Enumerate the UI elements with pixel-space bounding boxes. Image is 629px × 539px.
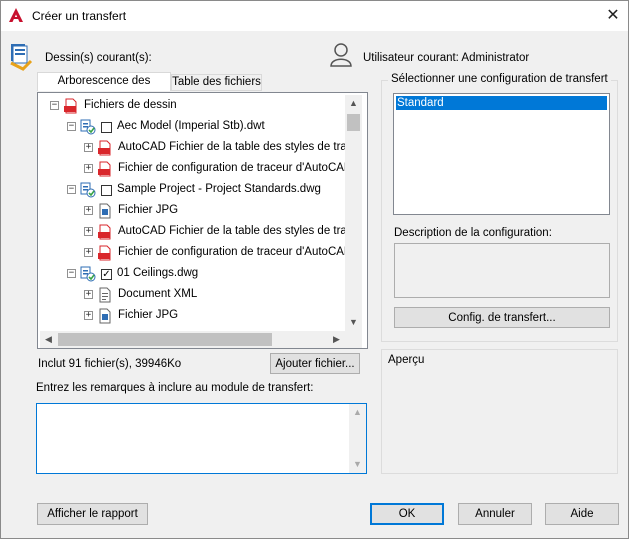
include-checkbox[interactable] [101,122,112,133]
expand-icon[interactable]: + [84,227,93,236]
drawing-set-icon [80,182,96,201]
transmittal-setups-button[interactable]: Config. de transfert... [394,307,610,328]
view-report-button-label: Afficher le rapport [47,508,138,520]
scroll-corner [345,331,362,348]
drawing-set-icon [80,266,96,285]
file-count-summary: Inclut 91 fichier(s), 39946Ko [38,358,182,370]
user-icon [330,43,352,67]
tree-row[interactable]: + Fichier JPG [0,306,345,327]
tab-file-table-label: Table des fichiers [172,76,261,88]
stb-file-icon [97,140,113,159]
tree-row[interactable]: − ✓ 01 Ceilings.dwg [0,264,345,285]
remarks-scroll-up[interactable]: ▲ [349,404,366,421]
scroll-down-arrow[interactable]: ▼ [345,314,362,331]
tab-file-tree[interactable]: Arborescence des fichiers [37,72,171,104]
autocad-logo-icon [9,8,23,22]
jpg-file-icon [97,203,113,222]
scroll-right-arrow[interactable]: ▶ [328,331,345,348]
tree-row-label: AutoCAD Fichier de la table des styles d… [118,225,359,237]
tab-file-table[interactable]: Table des fichiers [171,74,262,91]
tree-row-label: Fichier de configuration de traceur d'Au… [118,246,353,258]
collapse-icon[interactable]: − [67,185,76,194]
tree-row-label: Fichiers de dessin [84,99,177,111]
close-button[interactable]: ✕ [599,3,627,29]
tree-row[interactable]: + Fichier de configuration de traceur d'A… [0,159,352,180]
tree-row-label: 01 Ceilings.dwg [117,267,199,279]
help-button-label: Aide [570,508,594,520]
jpg-file-icon [97,308,113,327]
scroll-left-arrow[interactable]: ◀ [40,331,57,348]
window-title: Créer un transfert [32,9,127,23]
transmittal-setups-button-label: Config. de transfert... [448,312,556,324]
expand-icon[interactable]: + [84,311,93,320]
tree-row[interactable]: + Fichier de configuration de traceur d'A… [0,243,352,264]
tree-row-label: Sample Project - Project Standards.dwg [117,183,321,195]
ok-button-label: OK [398,508,416,520]
tree-row[interactable]: + Document XML [0,285,345,306]
remarks-scroll-down[interactable]: ▼ [349,456,366,473]
collapse-icon[interactable]: − [67,269,76,278]
current-drawings-label: Dessin(s) courant(s): [45,52,152,64]
scroll-up-arrow[interactable]: ▲ [345,95,362,112]
expand-icon[interactable]: + [84,143,93,152]
collapse-icon[interactable]: − [50,101,59,110]
remarks-value [37,404,366,408]
preview-group-box [381,349,618,474]
title-bar: Créer un transfert ✕ [1,1,628,31]
remarks-scrollbar[interactable]: ▲ ▼ [349,404,366,473]
view-report-button[interactable]: Afficher le rapport [37,503,148,525]
add-file-button[interactable]: Ajouter fichier... [270,353,360,374]
scroll-thumb-horizontal[interactable] [58,333,272,346]
current-user-label: Utilisateur courant: Administrator [363,52,530,64]
config-description-box [394,243,610,298]
tree-row-label: Fichier de configuration de traceur d'Au… [118,162,353,174]
tree-row-label: Aec Model (Imperial Stb).dwt [117,120,265,132]
tree-row-label: Document XML [118,288,198,300]
tree-row-label: Fichier JPG [118,309,179,321]
drawing-sheets-icon [10,44,33,71]
preview-label: Aperçu [388,354,425,366]
ok-button[interactable]: OK [370,503,444,525]
tree-row[interactable]: − Aec Model (Imperial Stb).dwt [0,117,345,138]
tree-vertical-scrollbar[interactable]: ▲ ▼ [345,95,362,331]
xml-file-icon [97,287,113,306]
expand-icon[interactable]: + [84,290,93,299]
pc3-file-icon [97,161,113,180]
drawing-set-icon [80,119,96,138]
include-checkbox[interactable]: ✓ [101,269,112,280]
stb-file-icon [97,224,113,243]
config-listbox[interactable]: Standard [393,93,610,215]
dwt-file-icon [63,98,79,117]
expand-icon[interactable]: + [84,248,93,257]
help-button[interactable]: Aide [545,503,619,525]
config-item-standard[interactable]: Standard [396,96,607,110]
select-config-label: Sélectionner une configuration de transf… [388,73,611,85]
tree-row[interactable]: − Sample Project - Project Standards.dwg [0,180,345,201]
remarks-textarea[interactable]: ▲ ▼ [36,403,367,474]
cancel-button[interactable]: Annuler [458,503,532,525]
add-file-button-label: Ajouter fichier... [275,358,355,370]
collapse-icon[interactable]: − [67,122,76,131]
pc3-file-icon [97,245,113,264]
tree-row[interactable]: − Fichiers de dessin [0,96,345,117]
include-checkbox[interactable] [101,185,112,196]
tree-row-label: AutoCAD Fichier de la table des styles d… [118,141,359,153]
remarks-label: Entrez les remarques à inclure au module… [36,382,314,394]
expand-icon[interactable]: + [84,206,93,215]
tree-row[interactable]: + Fichier JPG [0,201,345,222]
tree-row[interactable]: + AutoCAD Fichier de la table des styles … [0,138,359,159]
tree-row-label: Fichier JPG [118,204,179,216]
config-description-label: Description de la configuration: [394,227,552,239]
scroll-thumb[interactable] [347,114,360,131]
cancel-button-label: Annuler [475,508,515,520]
tree-row[interactable]: + AutoCAD Fichier de la table des styles … [0,222,359,243]
expand-icon[interactable]: + [84,164,93,173]
tree-horizontal-scrollbar[interactable]: ◀ ▶ [40,331,345,348]
